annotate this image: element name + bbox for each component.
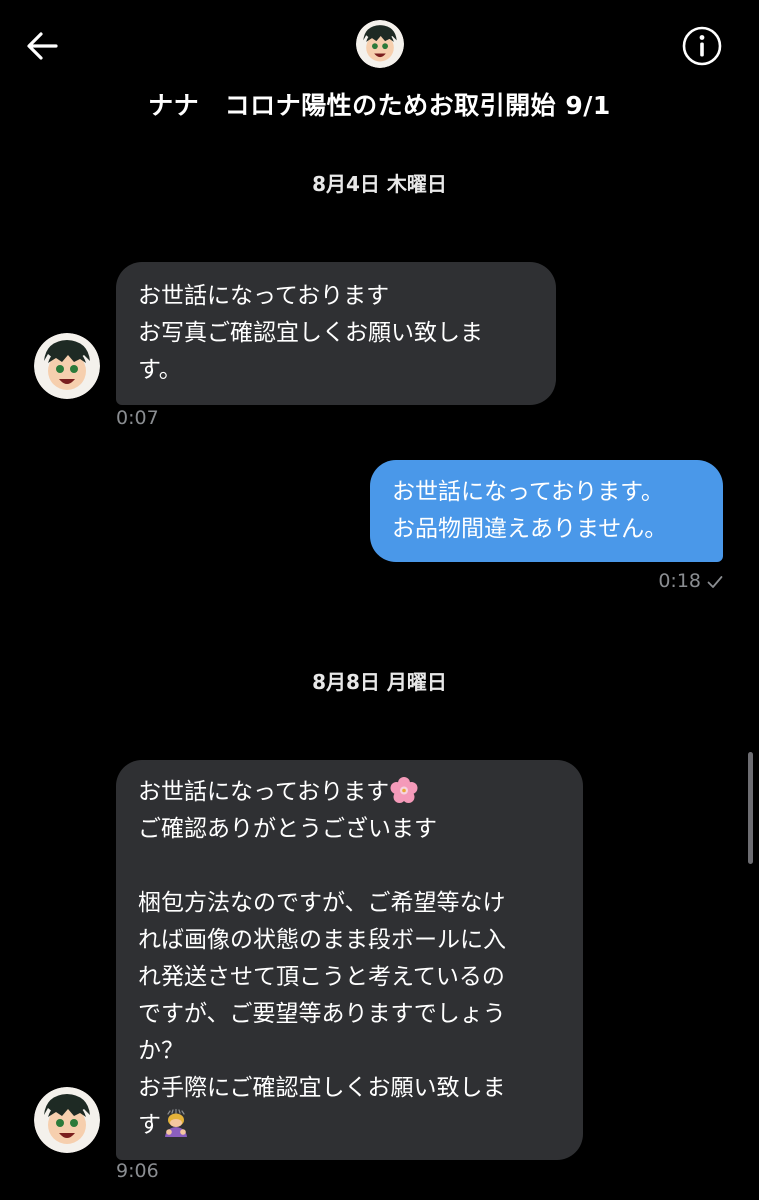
message-text: お世話になっております <box>138 283 390 309</box>
date-separator: 8月4日 木曜日 <box>312 172 447 196</box>
check-icon <box>707 576 723 588</box>
message-text: ですが、ご要望等ありますでしょう <box>138 1001 506 1027</box>
message-text <box>138 848 561 885</box>
scrollbar[interactable] <box>748 752 753 864</box>
message-text: れ発送させて頂こうと考えているの <box>138 964 505 990</box>
message-timestamp: 9:06 <box>116 1160 159 1182</box>
message-timestamp: 0:07 <box>116 407 159 429</box>
message-text: お品物間違えありません。 <box>392 516 668 542</box>
conversation-header: ナナ コロナ陽性のためお取引開始 9/1 <box>0 0 759 140</box>
header-avatar[interactable] <box>356 20 404 68</box>
message-text: れば画像の状態のまま段ボールに入 <box>138 927 506 953</box>
message-line: す <box>138 1107 561 1144</box>
message-text: 梱包方法なのですが、ご希望等なけ <box>138 890 506 916</box>
message-bubble-sent[interactable]: お世話になっております。 お品物間違えありません。 <box>370 460 723 562</box>
info-button[interactable] <box>680 24 724 68</box>
message-timestamp: 0:18 <box>658 570 701 592</box>
back-button[interactable] <box>22 26 62 66</box>
sender-avatar[interactable] <box>34 333 100 399</box>
arrow-left-icon <box>27 32 58 60</box>
message-text: お世話になっております。 <box>392 479 664 505</box>
message-text: お写真ご確認宜しくお願い致しま <box>138 320 483 346</box>
date-separator: 8月8日 月曜日 <box>312 670 447 694</box>
avatar-icon <box>356 20 404 68</box>
message-bubble-received[interactable]: お世話になっております お写真ご確認宜しくお願い致しま す。 <box>116 262 556 405</box>
message-status: 0:18 <box>560 570 723 592</box>
message-text: す <box>138 1112 161 1138</box>
info-icon <box>682 26 722 66</box>
message-text: ご確認ありがとうございます <box>138 816 437 842</box>
avatar-icon <box>34 333 100 399</box>
avatar-icon <box>34 1087 100 1153</box>
bowing-person-emoji <box>165 1108 187 1137</box>
message-text: す。 <box>138 357 182 383</box>
message-bubble-received[interactable]: お世話になっております ご確認ありがとうございます 梱包方法なのですが、ご希望等… <box>116 760 583 1160</box>
cherry-blossom-emoji <box>390 777 418 803</box>
message-text: お世話になっております <box>138 779 390 805</box>
message-text: か？ <box>138 1038 184 1064</box>
message-text: お手際にご確認宜しくお願い致しま <box>138 1075 506 1101</box>
conversation-title: ナナ コロナ陽性のためお取引開始 9/1 <box>148 91 611 120</box>
message-line: お世話になっております <box>138 774 561 811</box>
sender-avatar[interactable] <box>34 1087 100 1153</box>
